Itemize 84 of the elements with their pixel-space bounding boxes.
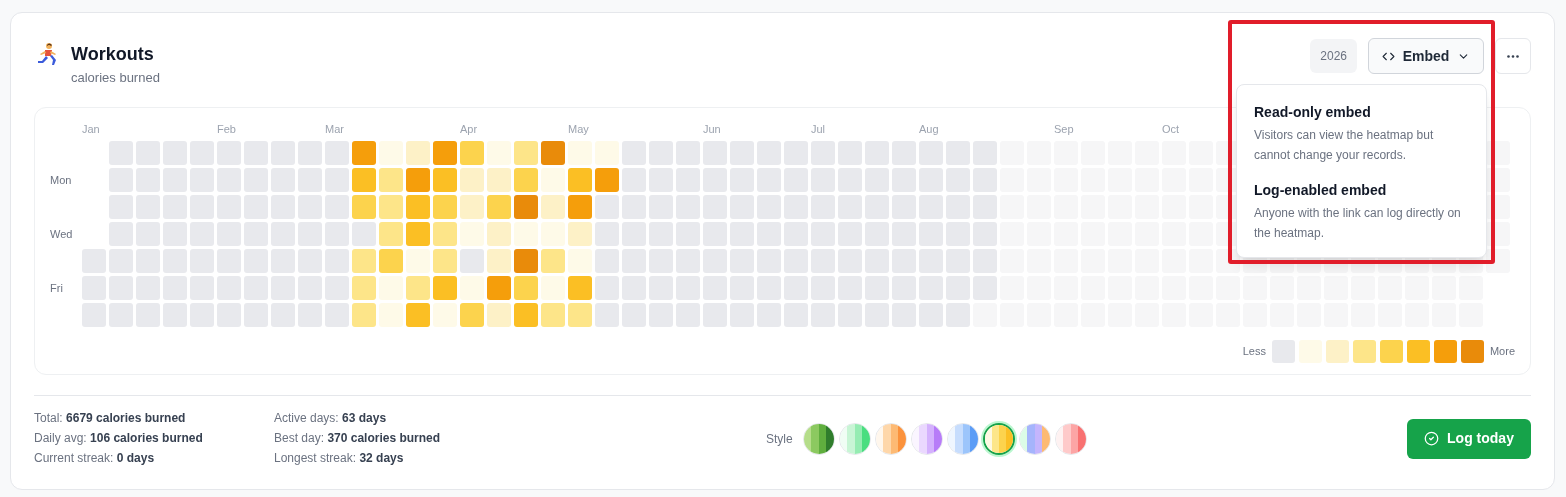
stat-text: Daily avg: 106 calories burned — [34, 430, 204, 447]
day-cell[interactable] — [379, 168, 403, 192]
day-cell[interactable] — [514, 195, 538, 219]
stat-text: Total: 6679 calories burned — [34, 410, 187, 427]
day-cell[interactable] — [460, 141, 484, 165]
month-label: Jun — [703, 123, 721, 135]
day-cell[interactable] — [406, 222, 430, 246]
embed-button[interactable]: Embed — [1368, 38, 1484, 74]
day-cell[interactable] — [433, 276, 457, 300]
stat-text: Longest streak: 32 days — [274, 450, 405, 467]
day-cell[interactable] — [595, 168, 619, 192]
stat-text: Current streak: 0 days — [34, 450, 156, 467]
day-cell[interactable] — [487, 168, 511, 192]
day-cell[interactable] — [541, 195, 565, 219]
embed-option[interactable]: Read-only embed Visitors can view the heatmap but cannot change your records. — [1254, 102, 1469, 165]
day-cell[interactable] — [379, 222, 403, 246]
embed-option[interactable]: Log-enabled embed Anyone with the link can log directly on the heatmap. — [1254, 180, 1469, 243]
stat-text: Best day: 370 calories burned — [274, 430, 442, 447]
day-cell[interactable] — [352, 249, 376, 273]
month-label: Oct — [1162, 123, 1180, 135]
day-cell[interactable] — [541, 249, 565, 273]
day-cell[interactable] — [541, 303, 565, 327]
day-cell[interactable] — [460, 303, 484, 327]
day-cell[interactable] — [433, 195, 457, 219]
day-cell[interactable] — [433, 249, 457, 273]
day-cell[interactable] — [487, 249, 511, 273]
option-description: Visitors can view the heatmap but cannot change your records. — [1254, 127, 1435, 164]
day-cell[interactable] — [406, 195, 430, 219]
day-cell[interactable] — [433, 222, 457, 246]
month-label: May — [568, 123, 589, 135]
day-label: Wed — [50, 226, 73, 242]
month-label: Jan — [82, 123, 100, 135]
legend-less: Less — [1242, 344, 1266, 360]
year-chip[interactable]: 2026 — [1310, 39, 1357, 73]
legend-more: More — [1489, 344, 1515, 360]
day-cell[interactable] — [514, 276, 538, 300]
day-cell[interactable] — [514, 249, 538, 273]
day-cell[interactable] — [487, 276, 511, 300]
style-swatch[interactable] — [982, 422, 1015, 455]
month-label: Sep — [1054, 123, 1074, 135]
day-cell[interactable] — [514, 303, 538, 327]
option-title: Log-enabled embed — [1254, 181, 1388, 200]
day-cell[interactable] — [406, 141, 430, 165]
day-cell[interactable] — [352, 276, 376, 300]
day-cell[interactable] — [568, 168, 592, 192]
more-button[interactable] — [1495, 38, 1531, 74]
month-label: Feb — [217, 123, 236, 135]
day-label: Fri — [50, 280, 63, 296]
day-cell[interactable] — [487, 303, 511, 327]
day-cell[interactable] — [433, 168, 457, 192]
more-icon — [1507, 54, 1519, 58]
month-label: Mar — [325, 123, 344, 135]
option-description: Anyone with the link can log directly on the heatmap. — [1254, 205, 1462, 242]
option-title: Read-only embed — [1254, 103, 1372, 122]
day-cell[interactable] — [514, 168, 538, 192]
day-cell[interactable] — [460, 195, 484, 219]
day-cell[interactable] — [352, 303, 376, 327]
day-cell[interactable] — [352, 141, 376, 165]
day-cell[interactable] — [379, 195, 403, 219]
day-cell[interactable] — [568, 222, 592, 246]
month-label: Apr — [460, 123, 478, 135]
day-cell[interactable] — [406, 303, 430, 327]
day-cell[interactable] — [568, 303, 592, 327]
day-label: Mon — [50, 172, 72, 188]
day-cell[interactable] — [406, 276, 430, 300]
stat-text: Active days: 63 days — [274, 410, 388, 427]
day-cell[interactable] — [568, 276, 592, 300]
month-label: Aug — [919, 123, 939, 135]
check-circle-icon — [1424, 431, 1440, 446]
day-cell[interactable] — [406, 168, 430, 192]
style-label: Style — [766, 430, 793, 448]
day-cell[interactable] — [379, 249, 403, 273]
day-cell[interactable] — [487, 195, 511, 219]
day-cell[interactable] — [514, 141, 538, 165]
day-cell[interactable] — [541, 141, 565, 165]
day-cell[interactable] — [487, 222, 511, 246]
day-cell[interactable] — [433, 141, 457, 165]
card-subtitle: calories burned — [71, 69, 160, 87]
day-cell[interactable] — [352, 195, 376, 219]
card-title: Workouts — [71, 43, 155, 66]
day-cell[interactable] — [460, 168, 484, 192]
day-cell[interactable] — [352, 168, 376, 192]
day-cell[interactable] — [568, 195, 592, 219]
month-label: Jul — [811, 123, 826, 135]
